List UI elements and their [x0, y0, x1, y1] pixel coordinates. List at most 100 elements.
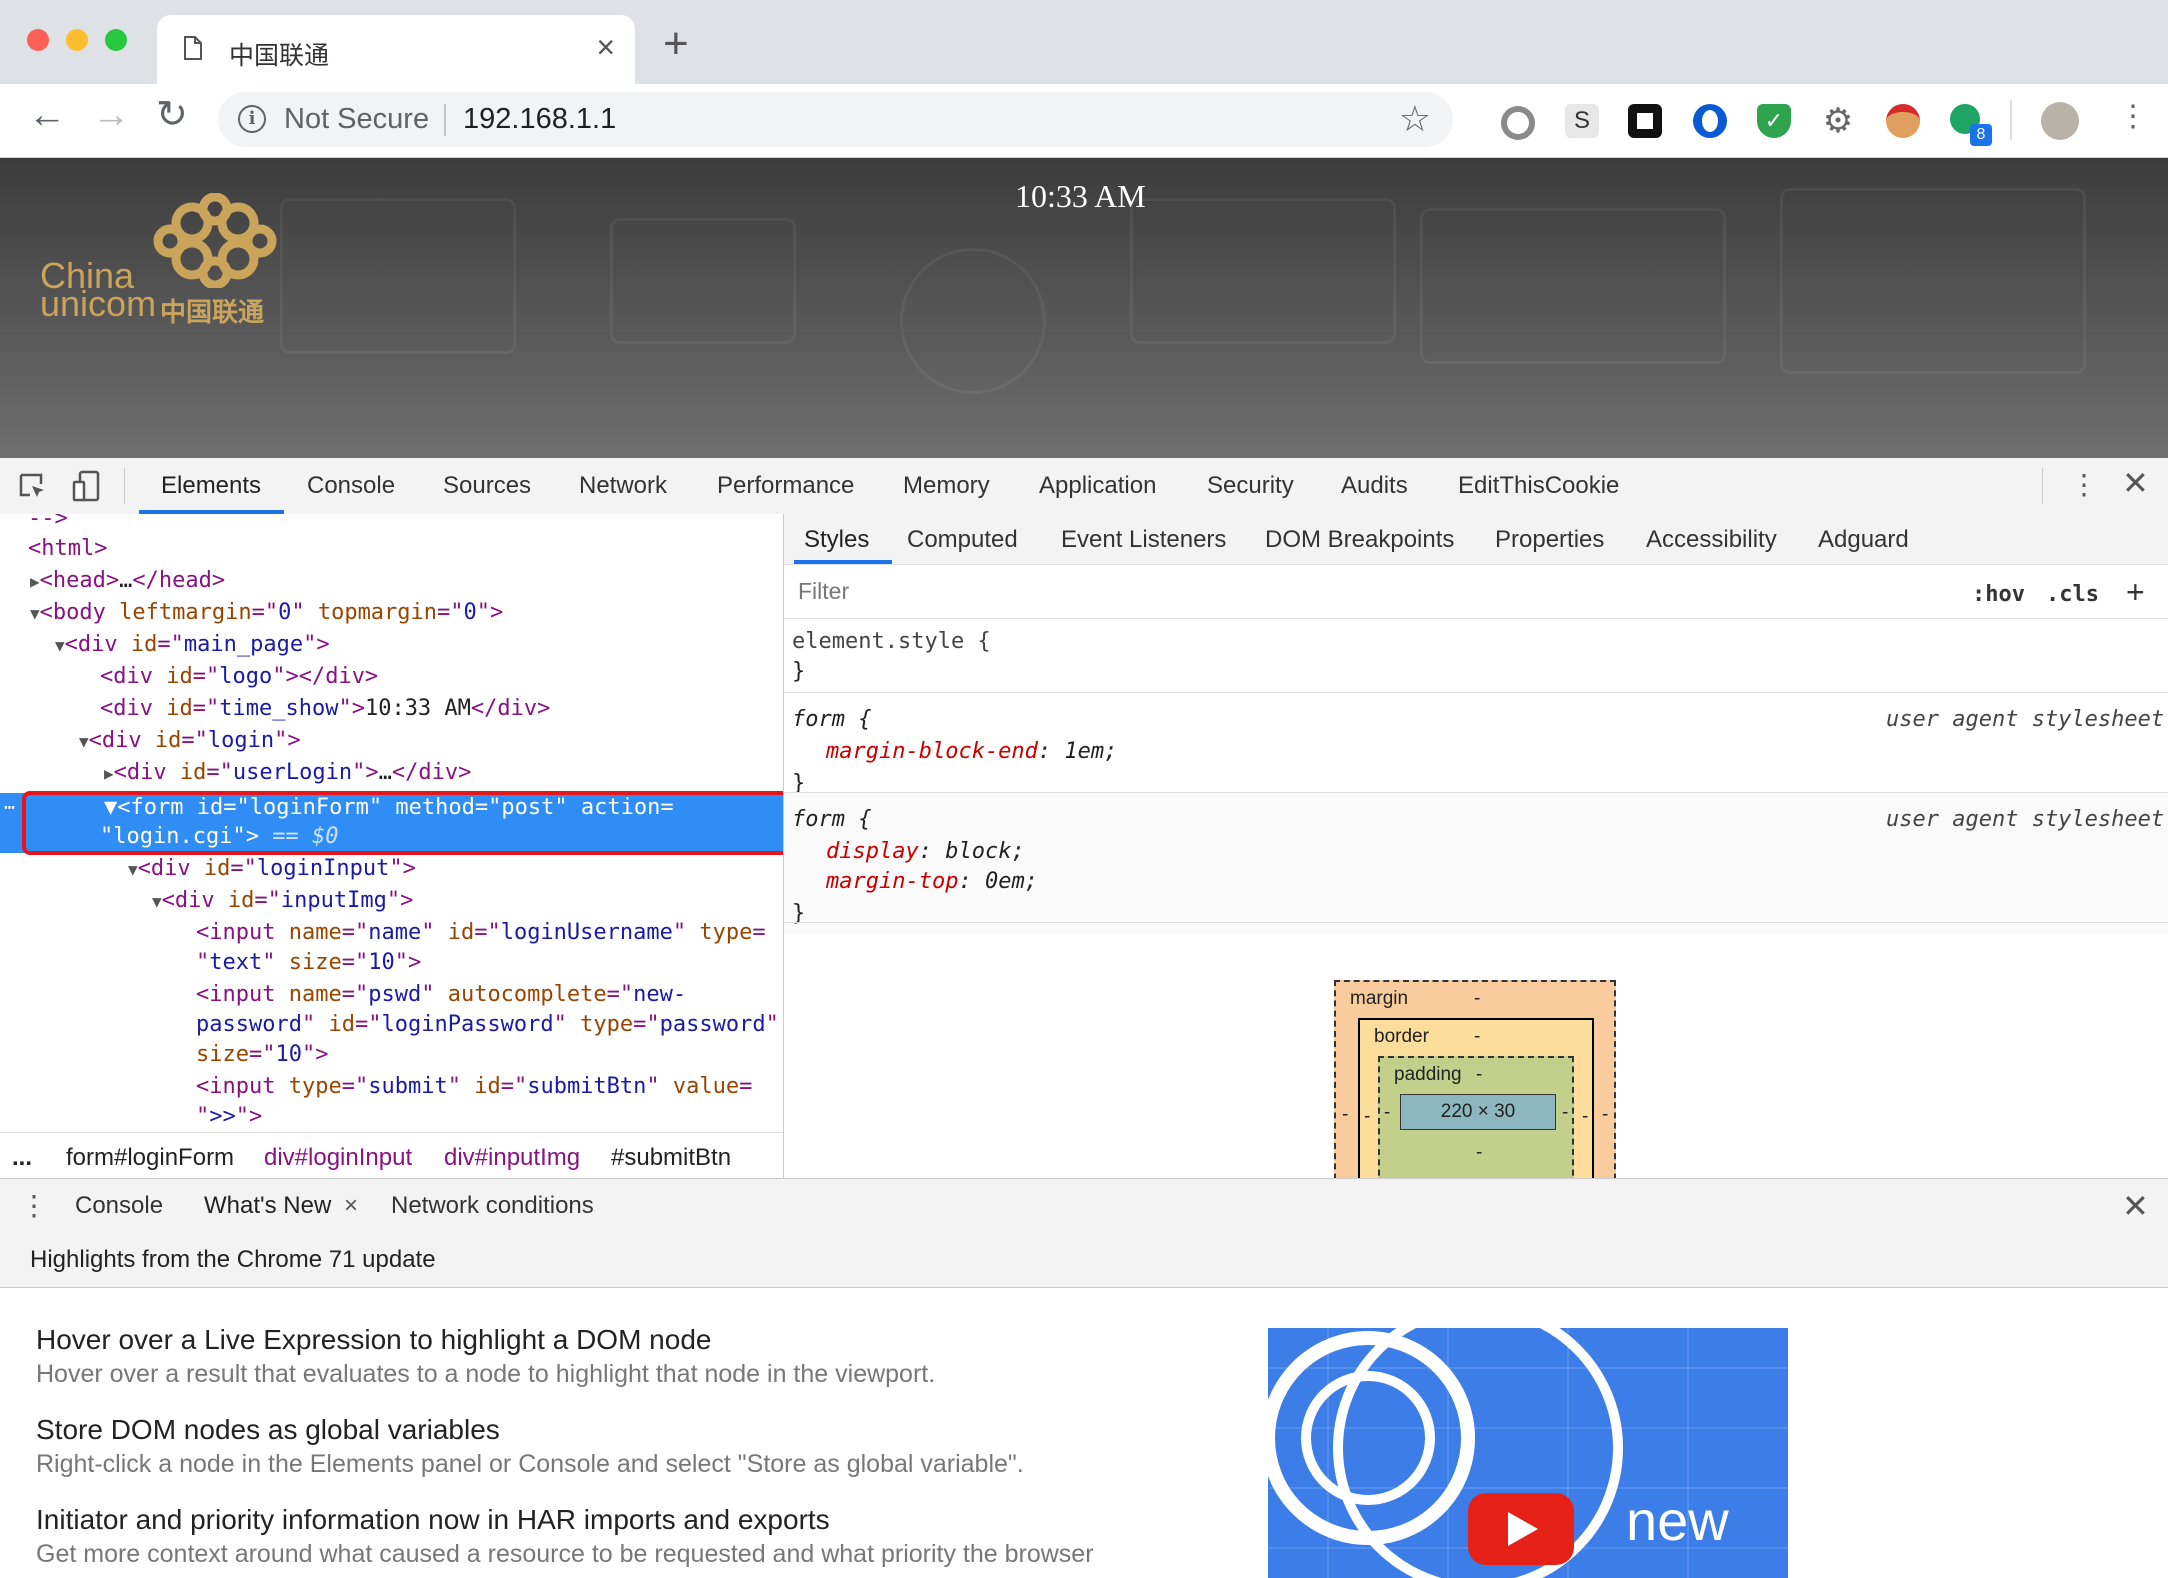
extension-s-icon[interactable]: S [1565, 104, 1599, 138]
elements-dom-tree: --> <html> ▶<head>…</head> ▼<body leftma… [0, 514, 783, 1132]
unicom-logo-icon [153, 193, 277, 288]
maximize-window-button[interactable] [105, 29, 127, 51]
rule1-selector[interactable]: form { [792, 705, 871, 735]
tab-computed[interactable]: Computed [907, 526, 1018, 554]
drawer-tab-whats-new[interactable]: What's New [204, 1192, 331, 1220]
dom-div-time-show[interactable]: <div id="time_show">10:33 AM</div> [100, 694, 550, 724]
rule2-selector[interactable]: form { [792, 805, 871, 835]
cookie-icon[interactable] [1886, 104, 1920, 138]
tab-console[interactable]: Console [307, 472, 395, 500]
box-model-border[interactable]: border - - - padding - - - - 220 × 30 [1358, 1018, 1594, 1178]
breadcrumb-inputimg[interactable]: div#inputImg [444, 1144, 580, 1172]
extension-badge: 8 [1970, 124, 1992, 146]
tab-adguard[interactable]: Adguard [1818, 526, 1909, 554]
rule2-declaration-1[interactable]: display: block; [826, 837, 1025, 867]
dom-head[interactable]: ▶<head>…</head> [30, 566, 225, 597]
tab-security[interactable]: Security [1207, 472, 1294, 500]
close-window-button[interactable] [27, 29, 49, 51]
dom-html[interactable]: <html> [28, 534, 107, 564]
bookmark-star-icon[interactable]: ☆ [1399, 98, 1431, 140]
tab-memory[interactable]: Memory [903, 472, 990, 500]
tab-network[interactable]: Network [579, 472, 667, 500]
info-icon[interactable]: i [238, 105, 266, 133]
shield-check-icon[interactable]: ✓ [1757, 104, 1791, 138]
reload-icon[interactable]: ↻ [156, 96, 188, 134]
tab-dom-breakpoints[interactable]: DOM Breakpoints [1265, 526, 1454, 554]
dom-div-logo[interactable]: <div id="logo"></div> [100, 662, 378, 692]
whats-new-video-thumbnail[interactable]: new [1268, 1328, 1788, 1578]
padding-label: padding [1394, 1064, 1462, 1085]
forward-icon[interactable]: → [92, 96, 130, 134]
tab-close-icon[interactable]: × [596, 29, 615, 66]
new-tab-button[interactable]: + [663, 22, 689, 66]
whats-new-item-desc: Get more context around what caused a re… [36, 1540, 1094, 1568]
dom-input-submit-1[interactable]: <input type="submit" id="submitBtn" valu… [196, 1072, 752, 1102]
rule1-declaration[interactable]: margin-block-end: 1em; [826, 737, 1117, 767]
breadcrumb-form[interactable]: form#loginForm [66, 1144, 234, 1172]
dom-input-username-1[interactable]: <input name="name" id="loginUsername" ty… [196, 918, 766, 948]
device-toolbar-icon[interactable] [72, 470, 102, 502]
password-manager-icon[interactable] [1693, 104, 1727, 138]
element-style-close: } [792, 659, 806, 684]
dom-div-logininput[interactable]: ▼<div id="loginInput"> [128, 854, 416, 885]
tab-accessibility[interactable]: Accessibility [1646, 526, 1777, 554]
extension-circle-icon[interactable] [1501, 106, 1535, 140]
tab-properties[interactable]: Properties [1495, 526, 1604, 554]
whats-new-item-desc: Right-click a node in the Elements panel… [36, 1450, 1024, 1478]
dom-div-login[interactable]: ▼<div id="login"> [79, 726, 301, 757]
drawer-menu-icon[interactable]: ⋮ [20, 1189, 48, 1222]
gear-icon[interactable]: ⚙ [1821, 104, 1855, 138]
tab-application[interactable]: Application [1039, 472, 1156, 500]
tab-event-listeners[interactable]: Event Listeners [1061, 526, 1226, 554]
dom-body[interactable]: ▼<body leftmargin="0" topmargin="0"> [30, 598, 503, 629]
node-ellipsis-icon[interactable]: ⋯ [4, 793, 15, 823]
element-style-selector[interactable]: element.style { [792, 627, 991, 657]
new-style-rule-button[interactable]: + [2126, 574, 2145, 611]
devtools-tab-bar: Elements Console Sources Network Perform… [0, 458, 2168, 515]
toolbar-separator [2010, 100, 2012, 140]
tab-strip: 中国联通 × + [0, 0, 2168, 84]
breadcrumb-overflow[interactable]: ... [12, 1144, 32, 1172]
dom-div-inputimg[interactable]: ▼<div id="inputImg"> [152, 886, 413, 917]
address-bar[interactable]: i Not Secure 192.168.1.1 ☆ [218, 92, 1453, 147]
border-top-value: - [1474, 1026, 1481, 1047]
devtools-close-icon[interactable]: ✕ [2122, 464, 2149, 502]
url-text[interactable]: 192.168.1.1 [463, 103, 616, 136]
whats-new-item-title: Store DOM nodes as global variables [36, 1414, 500, 1445]
styles-filter-input[interactable]: Filter [792, 572, 1952, 610]
breadcrumb-submitbtn[interactable]: #submitBtn [611, 1144, 731, 1172]
dom-input-password-1[interactable]: <input name="pswd" autocomplete="new- [196, 980, 686, 1010]
devtools-menu-icon[interactable]: ⋮ [2070, 468, 2098, 501]
margin-label: margin [1350, 988, 1409, 1009]
menu-kebab-icon[interactable]: ⋮ [2118, 102, 2148, 132]
tab-elements[interactable]: Elements [161, 472, 261, 500]
dom-div-main-page[interactable]: ▼<div id="main_page"> [55, 630, 330, 661]
hov-toggle[interactable]: :hov [1972, 582, 2025, 607]
box-model-margin[interactable]: margin - - - border - - - padding - - - … [1334, 980, 1616, 1178]
tab-audits[interactable]: Audits [1341, 472, 1408, 500]
box-model-content[interactable]: 220 × 30 [1400, 1094, 1556, 1130]
tab-editthiscookie[interactable]: EditThisCookie [1458, 472, 1619, 500]
browser-tab[interactable]: 中国联通 × [157, 15, 635, 84]
cls-toggle[interactable]: .cls [2046, 582, 2099, 607]
avatar[interactable] [2041, 102, 2079, 140]
tab-performance[interactable]: Performance [717, 472, 854, 500]
dom-div-userlogin[interactable]: ▶<div id="userLogin">…</div> [104, 758, 471, 789]
drawer-close-icon[interactable]: ✕ [2122, 1187, 2149, 1225]
inspect-element-icon[interactable] [18, 472, 48, 502]
tab-styles[interactable]: Styles [804, 526, 869, 554]
tab-sources[interactable]: Sources [443, 472, 531, 500]
breadcrumb-logininput[interactable]: div#loginInput [264, 1144, 412, 1172]
padding-top-value: - [1476, 1064, 1483, 1085]
minimize-window-button[interactable] [66, 29, 88, 51]
rule2-declaration-2[interactable]: margin-top: 0em; [826, 867, 1038, 897]
drawer-tab-network-conditions[interactable]: Network conditions [391, 1192, 594, 1220]
box-model-padding[interactable]: padding - - - - 220 × 30 [1378, 1056, 1574, 1178]
back-icon[interactable]: ← [28, 96, 66, 134]
extension-square-icon[interactable] [1628, 104, 1662, 138]
router-page-header: 10:33 AM China unicom 中国联通 [0, 158, 2168, 458]
drawer-tab-console[interactable]: Console [75, 1192, 163, 1220]
dom-input-password-2: password" id="loginPassword" type="passw… [196, 1012, 779, 1037]
whats-new-close-icon[interactable]: × [344, 1192, 358, 1220]
page-icon [184, 36, 202, 60]
